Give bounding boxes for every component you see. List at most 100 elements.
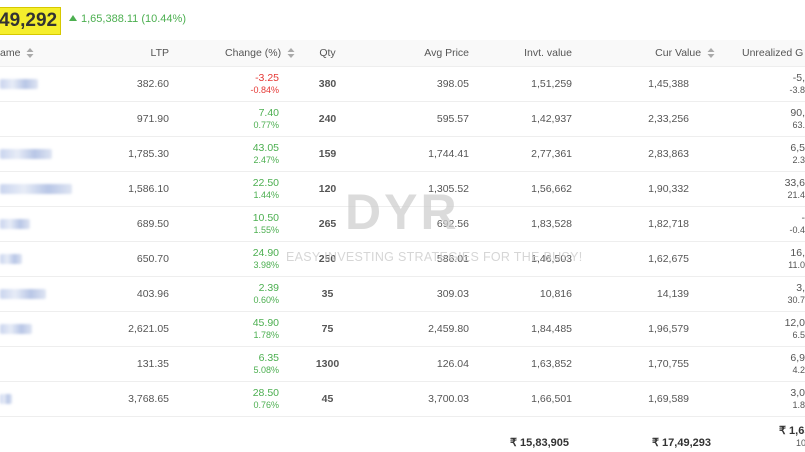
redacted-instrument-name bbox=[0, 254, 22, 265]
instrument-name-cell[interactable] bbox=[0, 276, 85, 312]
qty-cell[interactable]: 45 bbox=[295, 381, 360, 417]
instrument-name-cell[interactable] bbox=[0, 346, 85, 382]
unrealized-value: 33,6 bbox=[784, 177, 805, 189]
redacted-instrument-name bbox=[0, 149, 52, 160]
invt-value-cell: 2,77,361 bbox=[480, 136, 595, 172]
qty-cell[interactable]: 120 bbox=[295, 171, 360, 207]
table-row[interactable]: 403.96 2.39 0.60% 35 309.03 10,816 14,139 3, 30.… bbox=[0, 276, 805, 312]
ltp-cell: 2,621.05 bbox=[85, 311, 175, 347]
unrealized-cell: 16, 11.0 bbox=[715, 241, 805, 277]
unrealized-percent: 1.8 bbox=[792, 400, 805, 410]
invt-value-cell: 1,51,259 bbox=[480, 66, 595, 102]
column-header-name[interactable]: ame bbox=[0, 40, 85, 67]
qty-cell[interactable]: 1300 bbox=[295, 346, 360, 382]
change-percent: 1.78% bbox=[253, 330, 279, 340]
table-row[interactable]: 2,621.05 45.90 1.78% 75 2,459.80 1,84,485 1,96… bbox=[0, 311, 805, 347]
table-row[interactable]: 1,586.10 22.50 1.44% 120 1,305.52 1,56,662 1,9… bbox=[0, 171, 805, 207]
qty-cell[interactable]: 240 bbox=[295, 101, 360, 137]
sort-icon[interactable] bbox=[287, 48, 295, 59]
unrealized-cell: 12,0 6.5 bbox=[715, 311, 805, 347]
change-percent: 1.55% bbox=[253, 225, 279, 235]
table-row[interactable]: 382.60 -3.25 -0.84% 380 398.05 1,51,259 1,45,3… bbox=[0, 66, 805, 102]
cur-value-cell: 1,82,718 bbox=[595, 206, 715, 242]
table-row[interactable]: 650.70 24.90 3.98% 250 586.01 1,46,503 1,62,67… bbox=[0, 241, 805, 277]
change-value: 24.90 bbox=[252, 247, 279, 259]
unrealized-cell: 3,0 1.8 bbox=[715, 381, 805, 417]
qty-cell[interactable]: 75 bbox=[295, 311, 360, 347]
qty-cell[interactable]: 250 bbox=[295, 241, 360, 277]
unrealized-cell: - -0.4 bbox=[715, 206, 805, 242]
unrealized-cell: 6,5 2.3 bbox=[715, 136, 805, 172]
change-cell: 6.35 5.08% bbox=[175, 346, 295, 382]
cur-value-cell: 14,139 bbox=[595, 276, 715, 312]
change-percent: 2.47% bbox=[253, 155, 279, 165]
qty-cell[interactable]: 265 bbox=[295, 206, 360, 242]
instrument-name-cell[interactable] bbox=[0, 101, 85, 137]
day-change-value: 1,65,388.11 (10.44%) bbox=[81, 13, 186, 25]
ltp-cell: 650.70 bbox=[85, 241, 175, 277]
ltp-cell: 3,768.65 bbox=[85, 381, 175, 417]
avg-price-cell: 692.56 bbox=[360, 206, 480, 242]
total-unrealized-value: ₹ 1,65,3 bbox=[779, 425, 805, 437]
instrument-name-cell[interactable] bbox=[0, 171, 85, 207]
current-value-highlight: 49,292 bbox=[0, 7, 62, 35]
qty-cell[interactable]: 159 bbox=[295, 136, 360, 172]
unrealized-value: 6,5 bbox=[790, 142, 805, 154]
sort-icon[interactable] bbox=[707, 48, 715, 59]
change-percent: -0.84% bbox=[250, 85, 279, 95]
ltp-cell: 382.60 bbox=[85, 66, 175, 102]
column-header-qty[interactable]: Qty bbox=[295, 40, 360, 67]
instrument-name-cell[interactable] bbox=[0, 241, 85, 277]
avg-price-cell: 3,700.03 bbox=[360, 381, 480, 417]
cur-value-cell: 1,96,579 bbox=[595, 311, 715, 347]
qty-cell[interactable]: 35 bbox=[295, 276, 360, 312]
instrument-name-cell[interactable] bbox=[0, 381, 85, 417]
column-header-avg-price[interactable]: Avg Price bbox=[360, 40, 480, 67]
instrument-name-cell[interactable] bbox=[0, 311, 85, 347]
unrealized-value: 3,0 bbox=[790, 387, 805, 399]
change-cell: 24.90 3.98% bbox=[175, 241, 295, 277]
cur-value-cell: 1,45,388 bbox=[595, 66, 715, 102]
totals-row: ₹ 15,83,905 ₹ 17,49,293 ₹ 1,65,3 10.4 bbox=[0, 417, 805, 449]
unrealized-value: -5, bbox=[792, 72, 805, 84]
unrealized-cell: 33,6 21.4 bbox=[715, 171, 805, 207]
table-row[interactable]: 3,768.65 28.50 0.76% 45 3,700.03 1,66,501 1,69… bbox=[0, 381, 805, 417]
unrealized-value: 16, bbox=[790, 247, 805, 259]
avg-price-cell: 595.57 bbox=[360, 101, 480, 137]
change-percent: 0.77% bbox=[253, 120, 279, 130]
change-value: 28.50 bbox=[252, 387, 279, 399]
column-header-cur-value[interactable]: Cur Value bbox=[595, 40, 715, 67]
cur-value-cell: 1,69,589 bbox=[595, 381, 715, 417]
table-row[interactable]: 689.50 10.50 1.55% 265 692.56 1,83,528 1,82,71… bbox=[0, 206, 805, 242]
column-header-unrealized[interactable]: Unrealized G bbox=[715, 40, 805, 67]
avg-price-cell: 309.03 bbox=[360, 276, 480, 312]
unrealized-value: 90, bbox=[790, 107, 805, 119]
invt-value-cell: 1,83,528 bbox=[480, 206, 595, 242]
table-row[interactable]: 971.90 7.40 0.77% 240 595.57 1,42,937 2,33,256… bbox=[0, 101, 805, 137]
sort-icon[interactable] bbox=[26, 48, 34, 59]
change-cell: 10.50 1.55% bbox=[175, 206, 295, 242]
table-row[interactable]: 131.35 6.35 5.08% 1300 126.04 1,63,852 1,70,75… bbox=[0, 346, 805, 382]
instrument-name-cell[interactable] bbox=[0, 136, 85, 172]
column-header-change[interactable]: Change (%) bbox=[175, 40, 295, 67]
cur-value-cell: 1,90,332 bbox=[595, 171, 715, 207]
instrument-name-cell[interactable] bbox=[0, 66, 85, 102]
redacted-instrument-name bbox=[0, 79, 38, 90]
unrealized-percent: 6.5 bbox=[792, 330, 805, 340]
unrealized-percent: -3.8 bbox=[789, 85, 805, 95]
change-percent: 3.98% bbox=[253, 260, 279, 270]
total-invt-value: ₹ 15,83,905 bbox=[510, 437, 569, 449]
redacted-instrument-name bbox=[0, 219, 30, 230]
ltp-cell: 131.35 bbox=[85, 346, 175, 382]
cur-value-cell: 1,70,755 bbox=[595, 346, 715, 382]
column-header-invt-value[interactable]: Invt. value bbox=[480, 40, 595, 67]
invt-value-cell: 10,816 bbox=[480, 276, 595, 312]
table-row[interactable]: 1,785.30 43.05 2.47% 159 1,744.41 2,77,361 2,8… bbox=[0, 136, 805, 172]
change-value: 7.40 bbox=[258, 107, 279, 119]
change-percent: 1.44% bbox=[253, 190, 279, 200]
ltp-cell: 971.90 bbox=[85, 101, 175, 137]
column-header-ltp[interactable]: LTP bbox=[85, 40, 175, 67]
avg-price-cell: 1,744.41 bbox=[360, 136, 480, 172]
instrument-name-cell[interactable] bbox=[0, 206, 85, 242]
qty-cell[interactable]: 380 bbox=[295, 66, 360, 102]
